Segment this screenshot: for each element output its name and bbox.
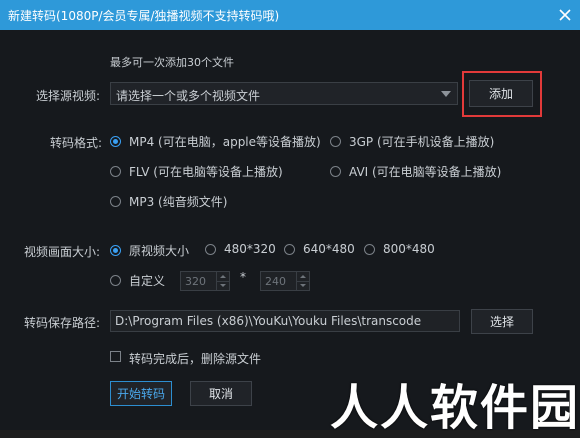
size-option-original[interactable]: 原视频大小	[110, 242, 189, 259]
browse-button[interactable]: 选择	[471, 309, 533, 334]
format-option-3gp[interactable]: 3GP (可在手机设备上播放)	[330, 133, 494, 150]
format-option-label: 3GP (可在手机设备上播放)	[349, 135, 495, 149]
radio-icon	[110, 245, 121, 256]
format-option-label: AVI (可在电脑等设备上播放)	[349, 165, 502, 179]
size-option-label: 原视频大小	[129, 244, 190, 258]
start-transcode-button[interactable]: 开始转码	[110, 381, 172, 406]
radio-icon	[364, 243, 375, 255]
size-option-800x480[interactable]: 800*480	[364, 242, 435, 256]
dropdown-arrow-icon[interactable]	[441, 91, 451, 97]
stepper-down-icon[interactable]	[216, 281, 229, 290]
format-option-mp4[interactable]: MP4 (可在电脑，apple等设备播放)	[110, 133, 321, 150]
size-separator: *	[240, 270, 246, 284]
radio-icon	[110, 136, 121, 147]
source-placeholder: 请选择一个或多个视频文件	[116, 89, 261, 103]
stepper-down-icon[interactable]	[296, 281, 309, 290]
title-bar[interactable]: 新建转码(1080P/会员专属/独播视频不支持转码哦)	[0, 0, 580, 30]
file-limit-note: 最多可一次添加30个文件	[110, 56, 234, 69]
size-option-label: 640*480	[303, 242, 355, 256]
custom-height-stepper[interactable]: 240	[260, 271, 310, 291]
cancel-button[interactable]: 取消	[190, 381, 252, 406]
radio-icon	[110, 166, 121, 177]
format-option-mp3[interactable]: MP3 (纯音频文件)	[110, 193, 227, 210]
custom-width-value: 320	[185, 275, 206, 288]
size-option-label: 480*320	[224, 242, 276, 256]
size-option-custom[interactable]: 自定义	[110, 272, 165, 289]
source-label: 选择源视频:	[36, 89, 101, 103]
format-option-label: FLV (可在电脑等设备上播放)	[129, 165, 283, 179]
size-option-480x320[interactable]: 480*320	[205, 242, 276, 256]
radio-icon	[330, 166, 341, 177]
format-option-label: MP4 (可在电脑，apple等设备播放)	[129, 135, 321, 149]
format-label: 转码格式:	[50, 136, 103, 150]
format-option-label: MP3 (纯音频文件)	[129, 195, 228, 209]
custom-width-stepper[interactable]: 320	[180, 271, 230, 291]
output-path-value: D:\Program Files (x86)\YouKu\Youku Files…	[115, 314, 422, 328]
delete-source-label: 转码完成后，删除源文件	[129, 352, 262, 366]
output-path-field[interactable]: D:\Program Files (x86)\YouKu\Youku Files…	[110, 310, 460, 332]
radio-icon	[205, 243, 216, 255]
size-label: 视频画面大小:	[24, 245, 101, 259]
radio-icon	[330, 136, 341, 147]
add-button[interactable]: 添加	[469, 80, 533, 107]
size-option-label: 800*480	[383, 242, 435, 256]
radio-icon	[284, 243, 295, 255]
delete-source-checkbox[interactable]	[110, 351, 121, 362]
window-title: 新建转码(1080P/会员专属/独播视频不支持转码哦)	[8, 9, 280, 23]
size-option-label: 自定义	[129, 274, 166, 288]
close-icon[interactable]	[554, 4, 576, 26]
size-option-640x480[interactable]: 640*480	[284, 242, 355, 256]
radio-icon	[110, 196, 121, 207]
transcode-dialog: 新建转码(1080P/会员专属/独播视频不支持转码哦) 最多可一次添加30个文件…	[0, 0, 580, 436]
watermark-text: 人人软件园	[330, 380, 580, 436]
custom-height-value: 240	[265, 275, 286, 288]
radio-icon	[110, 275, 121, 286]
source-video-select[interactable]: 请选择一个或多个视频文件	[110, 82, 458, 105]
format-option-flv[interactable]: FLV (可在电脑等设备上播放)	[110, 163, 283, 180]
format-option-avi[interactable]: AVI (可在电脑等设备上播放)	[330, 163, 501, 180]
output-path-label: 转码保存路径:	[24, 316, 101, 330]
